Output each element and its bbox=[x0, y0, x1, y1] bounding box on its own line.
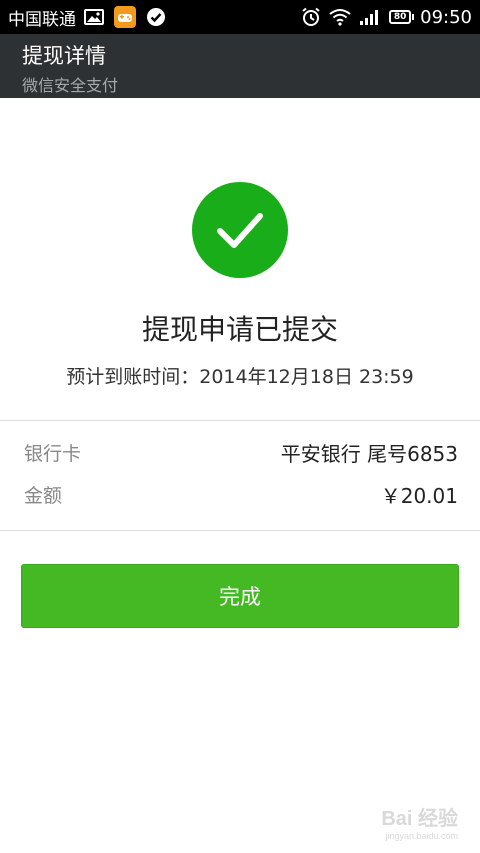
divider-bottom bbox=[0, 530, 480, 531]
image-icon bbox=[84, 9, 104, 25]
detail-value: ￥20.01 bbox=[380, 483, 458, 508]
arrival-time: 预计到账时间：2014年12月18日 23:59 bbox=[66, 366, 414, 388]
check-circle-icon bbox=[146, 7, 166, 27]
detail-value: 平安银行 尾号6853 bbox=[280, 441, 458, 466]
game-icon bbox=[114, 6, 136, 28]
status-bar: 中国联通 80 09:50 bbox=[0, 0, 480, 34]
battery-icon: 80 bbox=[389, 10, 415, 24]
status-bar-left: 中国联通 bbox=[8, 5, 176, 30]
detail-row-amount: 金额 ￥20.01 bbox=[24, 477, 458, 511]
alarm-icon bbox=[301, 7, 321, 27]
battery-level: 80 bbox=[389, 10, 412, 24]
success-checkmark-icon bbox=[192, 182, 288, 278]
wifi-icon bbox=[329, 8, 351, 26]
page-header: 提现详情 微信安全支付 bbox=[0, 34, 480, 98]
page-subtitle: 微信安全支付 bbox=[22, 76, 119, 95]
done-button[interactable]: 完成 bbox=[21, 564, 459, 628]
detail-label: 银行卡 bbox=[24, 442, 82, 465]
watermark-url: jingyan.baidu.com bbox=[385, 831, 458, 841]
result-title: 提现申请已提交 bbox=[141, 313, 338, 346]
status-time: 09:50 bbox=[420, 6, 472, 28]
page-title: 提现详情 bbox=[22, 44, 106, 68]
detail-row-bank-card: 银行卡 平安银行 尾号6853 bbox=[24, 435, 458, 469]
signal-icon bbox=[359, 8, 381, 26]
detail-label: 金额 bbox=[24, 484, 63, 507]
watermark: Bai 经验 jingyan.baidu.com bbox=[381, 802, 458, 841]
status-bar-right: 80 09:50 bbox=[293, 7, 472, 28]
carrier-name: 中国联通 bbox=[8, 9, 76, 30]
watermark-logo: Bai 经验 bbox=[381, 808, 458, 830]
battery-tip bbox=[412, 14, 415, 20]
divider-top bbox=[0, 420, 480, 421]
